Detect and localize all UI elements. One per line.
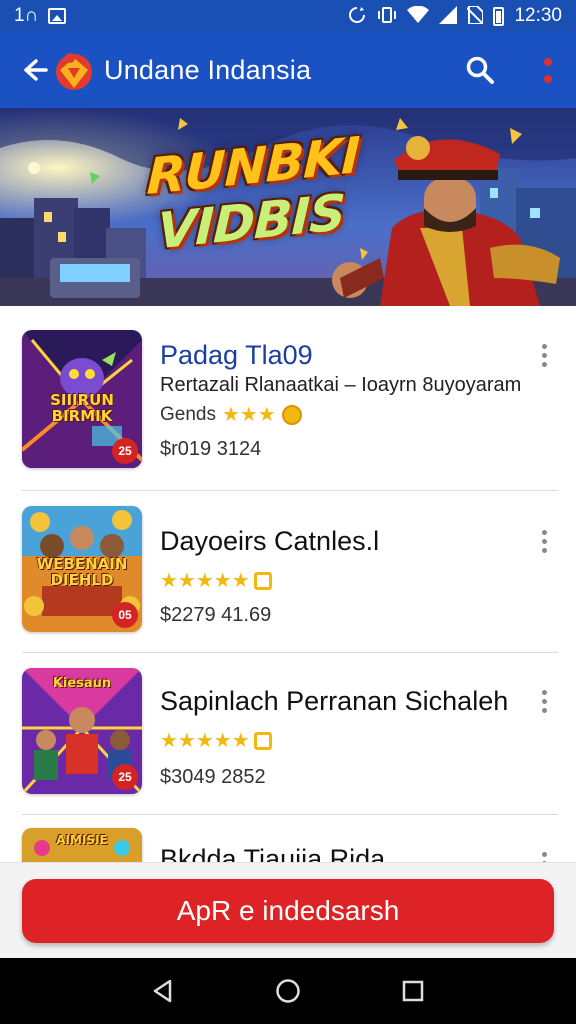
app-title: Undane Indansia <box>104 54 312 85</box>
game-thumbnail[interactable]: Kiesaun 25 <box>22 668 142 794</box>
status-left: 1∩ <box>14 5 67 27</box>
rating-stars: Gends ★★★ <box>160 402 302 427</box>
more-options-icon[interactable] <box>538 852 550 862</box>
game-list: SIIIRUN BIRMIK 25 Padag Tla09 Rertazali … <box>0 306 576 862</box>
status-bar: 1∩ 12:30 <box>0 0 576 32</box>
age-badge: 05 <box>112 602 138 628</box>
list-item[interactable]: WEBENAIN DIEHLD 05 Dayoeirs Catnles.l ★★… <box>0 490 576 652</box>
game-thumbnail[interactable]: WEBENAIN DIEHLD 05 <box>22 506 142 632</box>
status-right: 12:30 <box>347 4 562 28</box>
hero-banner[interactable]: RUNBKI VIDBIS <box>0 108 576 306</box>
coin-icon <box>281 404 302 425</box>
system-nav-bar <box>0 958 576 1024</box>
more-options-icon[interactable] <box>538 690 550 714</box>
thumbnail-caption: Kiesaun <box>52 676 112 691</box>
nav-back-icon[interactable] <box>143 971 183 1011</box>
game-price: $2279 41.69 <box>160 604 272 626</box>
game-category: Gends <box>160 403 216 425</box>
star-icon: ★★★ <box>221 404 276 426</box>
no-sim-icon <box>466 4 485 27</box>
sync-icon <box>347 5 367 28</box>
action-area: ApR e indedsarsh <box>0 862 576 958</box>
signal-icon <box>439 5 458 27</box>
nav-recents-icon[interactable] <box>393 971 433 1011</box>
age-badge: 25 <box>112 764 138 790</box>
status-left-text: 1∩ <box>14 5 39 26</box>
game-title[interactable]: Dayoeirs Catnles.l <box>160 526 379 557</box>
half-star-icon <box>253 571 272 590</box>
more-options-icon[interactable] <box>538 530 550 554</box>
game-title[interactable]: Sapinlach Perranan Sichaleh <box>160 686 508 717</box>
thumbnail-caption: SIIIRUN BIRMIK <box>50 391 114 425</box>
game-price: $r019 3124 <box>160 438 262 460</box>
list-item[interactable]: Kiesaun 25 Sapinlach Perranan Sichaleh ★… <box>0 652 576 814</box>
image-icon <box>48 8 67 24</box>
rating-stars: ★★★★★ <box>160 568 272 593</box>
nav-home-icon[interactable] <box>268 971 308 1011</box>
wifi-icon <box>407 5 430 27</box>
list-item[interactable]: SIIIRUN BIRMIK 25 Padag Tla09 Rertazali … <box>0 306 576 468</box>
app-logo <box>52 48 96 92</box>
back-arrow-icon[interactable] <box>20 50 50 90</box>
search-icon[interactable] <box>458 48 502 92</box>
list-item[interactable]: AIMISIE Bkdda Tiauiia Rida <box>0 814 576 862</box>
star-icon: ★★★★★ <box>160 570 250 592</box>
more-vert-icon[interactable] <box>536 48 560 92</box>
game-title[interactable]: Bkdda Tiauiia Rida <box>160 844 385 862</box>
game-title[interactable]: Padag Tla09 <box>160 340 313 371</box>
more-options-icon[interactable] <box>538 344 550 368</box>
game-description: Rertazali Rlanaatkai – Ioayrn 8uyoyaram <box>160 374 522 396</box>
status-time: 12:30 <box>514 5 562 26</box>
vibrate-icon <box>377 5 397 28</box>
screen: 1∩ 12:30 Undane Indansia RUNBKI VIDBIS S… <box>0 0 576 1024</box>
game-thumbnail[interactable]: SIIIRUN BIRMIK 25 <box>22 330 142 468</box>
primary-action-button[interactable]: ApR e indedsarsh <box>22 879 554 943</box>
thumbnail-caption: AIMISIE <box>56 833 108 847</box>
star-icon: ★★★★★ <box>160 730 250 752</box>
game-price: $3049 2852 <box>160 766 266 788</box>
thumbnail-caption: WEBENAIN DIEHLD <box>36 555 128 589</box>
game-thumbnail[interactable]: AIMISIE <box>22 828 142 862</box>
half-star-icon <box>253 731 272 750</box>
rating-stars: ★★★★★ <box>160 728 272 753</box>
battery-icon <box>493 6 505 26</box>
app-bar: Undane Indansia <box>0 32 576 108</box>
age-badge: 25 <box>112 438 138 464</box>
